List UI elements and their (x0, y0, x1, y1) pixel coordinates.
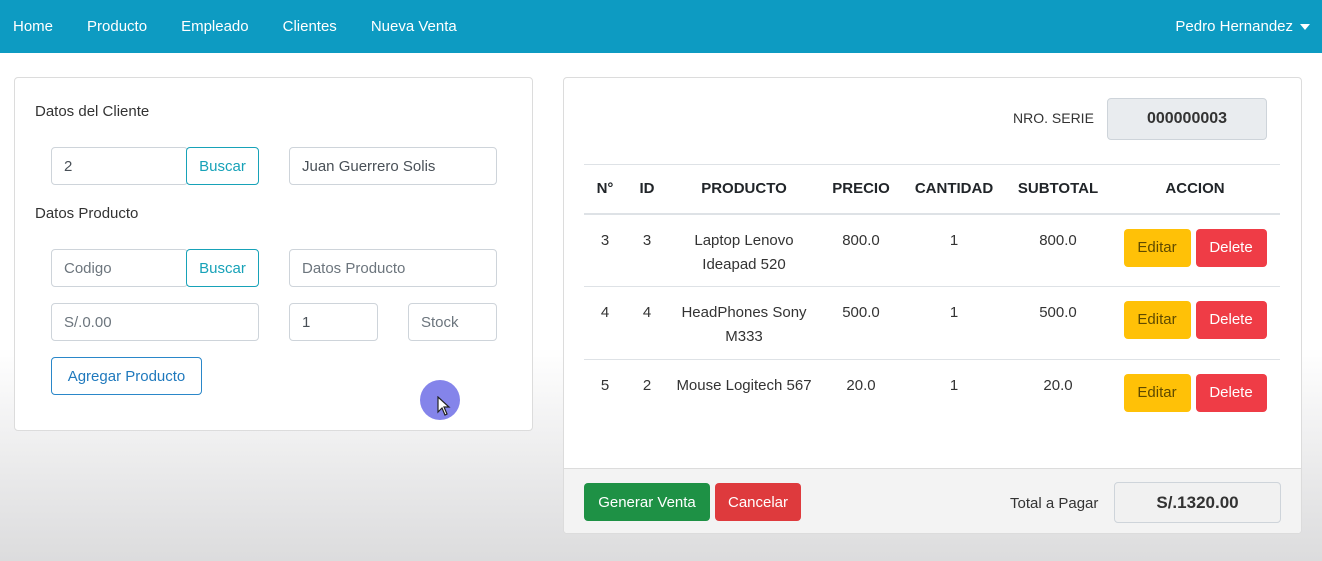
nav-home[interactable]: Home (13, 18, 53, 35)
user-menu[interactable]: Pedro Hernandez (1175, 0, 1310, 53)
cell-producto: HeadPhones Sony M333 (668, 286, 820, 360)
sales-table: N° ID PRODUCTO PRECIO CANTIDAD SUBTOTAL … (584, 164, 1280, 433)
mouse-pointer-icon (437, 396, 451, 416)
table-row: 3 3 Laptop Lenovo Ideapad 520 800.0 1 80… (584, 213, 1280, 287)
form-card: Datos del Cliente Buscar Datos Producto … (14, 77, 533, 431)
caret-down-icon (1300, 23, 1310, 30)
cell-id: 4 (626, 286, 668, 360)
total-value: S/.1320.00 (1114, 482, 1281, 523)
cell-precio: 500.0 (820, 286, 902, 360)
col-precio: PRECIO (820, 164, 902, 215)
edit-button[interactable]: Editar (1123, 374, 1191, 412)
cantidad-input[interactable] (289, 303, 378, 341)
nav-producto[interactable]: Producto (87, 18, 147, 35)
col-accion: ACCION (1110, 164, 1280, 215)
agregar-producto-button[interactable]: Agregar Producto (51, 357, 202, 395)
col-producto: PRODUCTO (668, 164, 820, 215)
cell-n: 5 (600, 377, 610, 394)
cliente-nombre-input[interactable] (289, 147, 497, 185)
cell-n: 4 (584, 286, 626, 360)
edit-button[interactable]: Editar (1123, 228, 1191, 267)
cell-precio: 20.0 (846, 377, 876, 394)
table-row: 4 4 HeadPhones Sony M333 500.0 1 500.0 E… (584, 286, 1280, 360)
user-name: Pedro Hernandez (1175, 18, 1293, 35)
cell-actions: Editar Delete (1110, 213, 1280, 287)
delete-button[interactable]: Delete (1195, 301, 1267, 339)
producto-datos-input[interactable] (289, 249, 497, 287)
stock-input[interactable] (408, 303, 497, 341)
producto-codigo-input[interactable] (51, 249, 188, 287)
col-subtotal: SUBTOTAL (1006, 164, 1110, 215)
cell-actions: Editar Delete (1110, 360, 1280, 433)
cell-cantidad: 1 (902, 213, 1006, 287)
cell-id: 3 (626, 213, 668, 287)
cell-producto: Mouse Logitech 567 (676, 377, 812, 394)
precio-input[interactable] (51, 303, 259, 341)
cell-id: 2 (642, 377, 652, 394)
col-cantidad: CANTIDAD (902, 164, 1006, 215)
nav-clientes[interactable]: Clientes (283, 18, 337, 35)
buscar-cliente-button[interactable]: Buscar (186, 147, 259, 185)
venta-card: NRO. SERIE 000000003 N° ID PRODUCTO PREC… (563, 77, 1302, 534)
col-id: ID (626, 164, 668, 215)
navbar: Home Producto Empleado Clientes Nueva Ve… (0, 0, 1322, 53)
cell-cantidad: 1 (902, 286, 1006, 360)
serie-label: NRO. SERIE (1013, 110, 1094, 126)
total-label: Total a Pagar (1010, 495, 1099, 512)
cell-subtotal: 500.0 (1006, 286, 1110, 360)
table-header-row: N° ID PRODUCTO PRECIO CANTIDAD SUBTOTAL … (584, 164, 1280, 215)
cell-producto: Laptop Lenovo Ideapad 520 (668, 213, 820, 287)
cliente-section-label: Datos del Cliente (35, 103, 150, 120)
cell-precio: 800.0 (820, 213, 902, 287)
delete-button[interactable]: Delete (1195, 374, 1267, 412)
table-row: 5 2 Mouse Logitech 567 20.0 1 20.0 Edita… (584, 360, 1280, 433)
cell-n: 3 (584, 213, 626, 287)
card-footer: Generar Venta Cancelar Total a Pagar S/.… (564, 468, 1301, 533)
nav-nueva-venta[interactable]: Nueva Venta (371, 18, 457, 35)
delete-button[interactable]: Delete (1195, 228, 1267, 267)
buscar-producto-button[interactable]: Buscar (186, 249, 259, 287)
col-n: N° (584, 164, 626, 215)
edit-button[interactable]: Editar (1123, 301, 1191, 339)
serie-value: 000000003 (1107, 98, 1267, 140)
cell-subtotal: 20.0 (1043, 377, 1073, 394)
cell-cantidad: 1 (949, 377, 959, 394)
cell-actions: Editar Delete (1110, 286, 1280, 360)
generar-venta-button[interactable]: Generar Venta (584, 483, 710, 521)
cell-subtotal: 800.0 (1006, 213, 1110, 287)
producto-section-label: Datos Producto (35, 205, 139, 222)
cancelar-button[interactable]: Cancelar (715, 483, 801, 521)
cliente-codigo-input[interactable] (51, 147, 188, 185)
nav-empleado[interactable]: Empleado (181, 18, 249, 35)
